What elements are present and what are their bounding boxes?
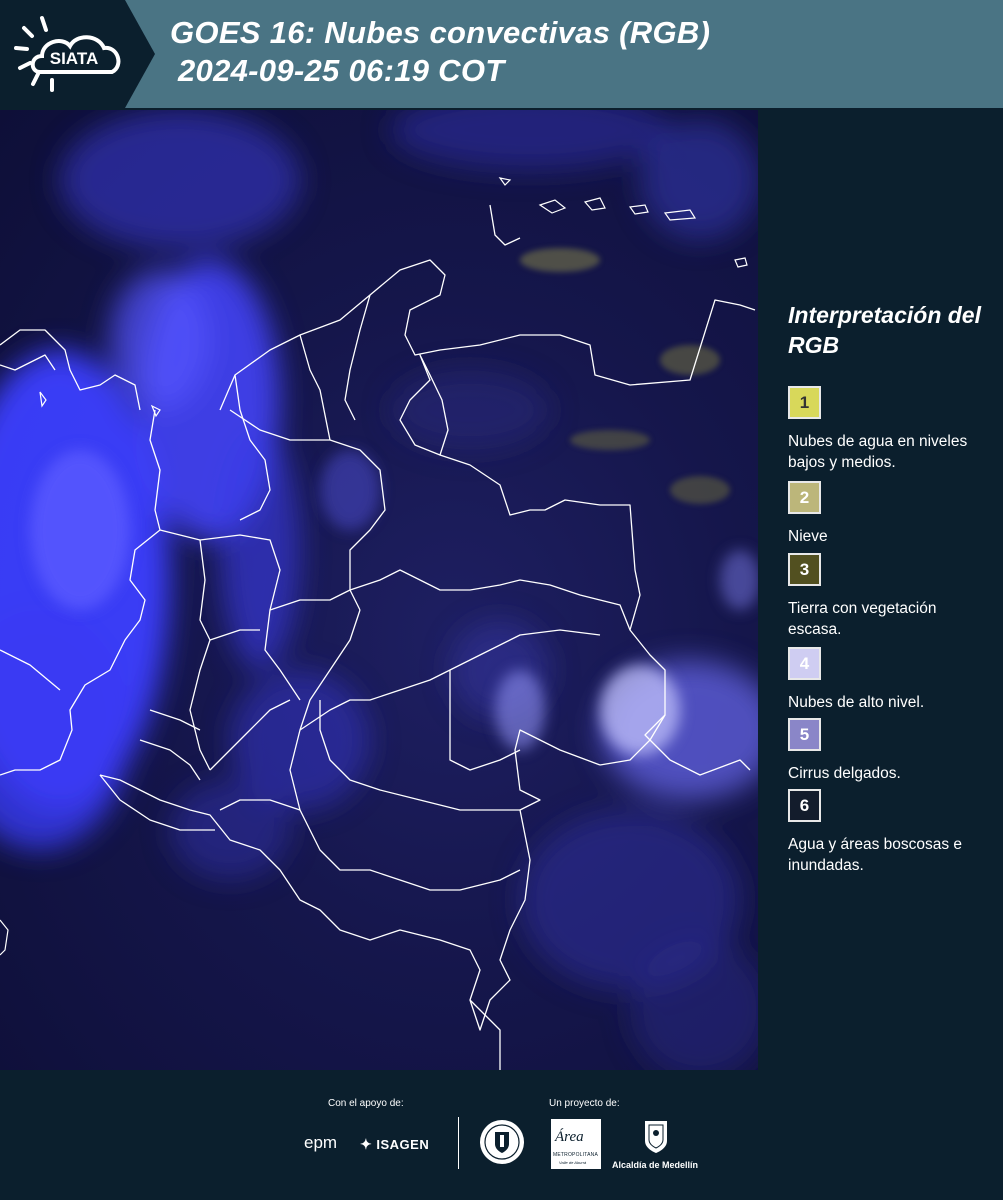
legend-swatch-6: 6 (788, 789, 821, 822)
title-datetime: 2024-09-25 06:19 COT (178, 53, 505, 88)
legend-label-3: Tierra con vegetación escasa. (788, 600, 937, 638)
area-logo-text: Área (555, 1129, 584, 1145)
legend-title: Interpretación del RGB (788, 302, 981, 358)
legend-swatch-4: 4 (788, 647, 821, 680)
legend-label-5: Cirrus delgados. (788, 765, 901, 782)
title-product: GOES 16: Nubes convectivas (RGB) (170, 15, 711, 50)
legend-swatch-1: 1 (788, 386, 821, 419)
legend-item-6: 6 Agua y áreas boscosas e inundadas. (788, 789, 988, 876)
legend-number-4: 4 (799, 653, 810, 673)
alcaldia-shield-icon[interactable] (643, 1119, 669, 1155)
page-title: GOES 16: Nubes convectivas (RGB) 2024-09… (170, 14, 710, 90)
alcaldia-logo-text: Alcaldía de Medellín (612, 1160, 699, 1170)
legend-label-1: Nubes de agua en niveles bajos y medios. (788, 433, 968, 471)
legend-swatch-5: 5 (788, 718, 821, 751)
medellin-seal-icon[interactable] (478, 1118, 526, 1166)
area-logo-subtext: METROPOLITANA (553, 1152, 599, 1158)
legend-number-2: 2 (799, 487, 810, 507)
legend-swatch-3: 3 (788, 553, 821, 586)
svg-text:SIATA: SIATA (50, 49, 98, 68)
header-bar: SIATA GOES 16: Nubes convectivas (RGB) 2… (0, 0, 1003, 108)
legend-label-6: Agua y áreas boscosas e inundadas. (788, 836, 963, 874)
rgb-legend: Interpretación del RGB 1 Nubes de agua e… (758, 110, 1003, 1070)
support-label: Con el apoyo de: (328, 1098, 404, 1109)
area-logo-subtext2: Valle de Aburrá (559, 1160, 587, 1165)
legend-item-5: 5 Cirrus delgados. (788, 718, 988, 784)
footer-divider (458, 1117, 459, 1169)
satellite-map[interactable] (0, 110, 758, 1070)
legend-item-4: 4 Nubes de alto nivel. (788, 647, 988, 713)
epm-logo-text: epm (304, 1133, 338, 1152)
legend-number-5: 5 (799, 724, 810, 744)
legend-label-2: Nieve (788, 528, 828, 545)
isagen-logo[interactable]: ✦ ISAGEN (360, 1136, 429, 1153)
epm-logo[interactable]: epm (304, 1133, 337, 1153)
isagen-logo-text: ISAGEN (376, 1137, 430, 1152)
legend-item-3: 3 Tierra con vegetación escasa. (788, 553, 988, 640)
legend-label-4: Nubes de alto nivel. (788, 694, 925, 711)
project-label: Un proyecto de: (549, 1098, 620, 1109)
siata-logo-icon: SIATA (0, 0, 155, 108)
legend-number-6: 6 (799, 795, 810, 815)
cloud-layer (0, 110, 758, 1070)
area-metropolitana-logo[interactable]: Área METROPOLITANA Valle de Aburrá (551, 1119, 601, 1169)
isagen-star-icon: ✦ (360, 1136, 373, 1152)
legend-item-2: 2 Nieve (788, 481, 988, 547)
legend-item-1: 1 Nubes de agua en niveles bajos y medio… (788, 386, 988, 473)
legend-number-1: 1 (799, 392, 810, 412)
siata-logo[interactable]: SIATA (0, 0, 155, 108)
footer: Con el apoyo de: Un proyecto de: epm ✦ I… (0, 1070, 1003, 1200)
legend-number-3: 3 (799, 559, 810, 579)
legend-swatch-2: 2 (788, 481, 821, 514)
low-cloud-speckle (520, 248, 730, 504)
satellite-rgb-image (0, 110, 758, 1070)
